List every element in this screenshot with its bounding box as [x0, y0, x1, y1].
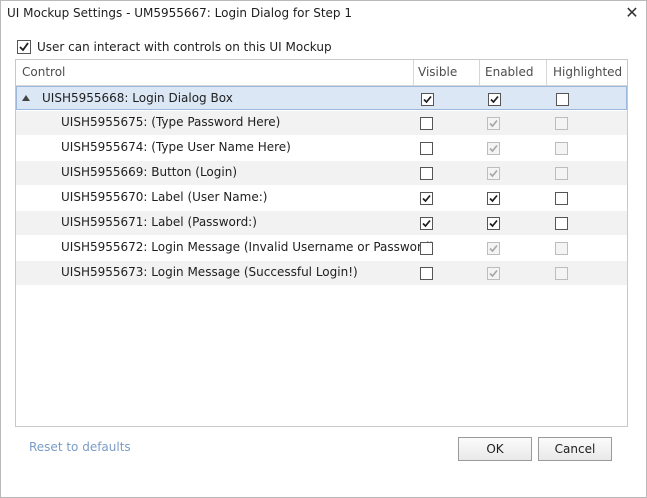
enabled-checkbox	[487, 142, 500, 155]
column-header-enabled[interactable]: Enabled	[485, 60, 534, 85]
row-label: UISH5955669: Button (Login)	[61, 165, 238, 179]
visible-checkbox[interactable]	[420, 242, 433, 255]
enabled-checkbox	[487, 117, 500, 130]
close-icon[interactable]: ✕	[622, 3, 642, 23]
grid-header: Control Visible Enabled Highlighted	[16, 60, 627, 86]
enabled-checkbox	[487, 167, 500, 180]
row-label: UISH5955674: (Type User Name Here)	[61, 140, 291, 154]
column-header-control[interactable]: Control	[22, 60, 65, 85]
column-header-highlighted[interactable]: Highlighted	[553, 60, 622, 85]
enabled-checkbox	[487, 267, 500, 280]
window-title: UI Mockup Settings - UM5955667: Login Di…	[7, 6, 352, 20]
tree-row-parent[interactable]: UISH5955668: Login Dialog Box	[16, 86, 627, 110]
tree-row[interactable]: UISH5955672: Login Message (Invalid User…	[16, 236, 627, 260]
tree-row[interactable]: UISH5955670: Label (User Name:)	[16, 186, 627, 210]
visible-checkbox[interactable]	[420, 117, 433, 130]
column-divider[interactable]	[413, 60, 414, 85]
highlighted-checkbox[interactable]	[555, 192, 568, 205]
row-label: UISH5955675: (Type Password Here)	[61, 115, 281, 129]
row-label: UISH5955673: Login Message (Successful L…	[61, 265, 358, 279]
highlighted-checkbox	[555, 167, 568, 180]
visible-checkbox[interactable]	[420, 217, 433, 230]
highlighted-checkbox	[555, 117, 568, 130]
highlighted-checkbox	[555, 242, 568, 255]
tree-row[interactable]: UISH5955674: (Type User Name Here)	[16, 136, 627, 160]
highlighted-checkbox	[555, 142, 568, 155]
title-bar: UI Mockup Settings - UM5955667: Login Di…	[1, 1, 646, 26]
row-label: UISH5955671: Label (Password:)	[61, 215, 257, 229]
row-label: UISH5955670: Label (User Name:)	[61, 190, 268, 204]
tree-row[interactable]: UISH5955669: Button (Login)	[16, 161, 627, 185]
cancel-button[interactable]: Cancel	[538, 437, 612, 461]
visible-checkbox[interactable]	[421, 93, 434, 106]
tree-row[interactable]: UISH5955675: (Type Password Here)	[16, 111, 627, 135]
enabled-checkbox[interactable]	[487, 192, 500, 205]
column-divider[interactable]	[546, 60, 547, 85]
column-divider[interactable]	[479, 60, 480, 85]
visible-checkbox[interactable]	[420, 192, 433, 205]
visible-checkbox[interactable]	[420, 267, 433, 280]
enabled-checkbox[interactable]	[488, 93, 501, 106]
highlighted-checkbox	[555, 267, 568, 280]
tree-row[interactable]: UISH5955671: Label (Password:)	[16, 211, 627, 235]
row-label: UISH5955668: Login Dialog Box	[42, 91, 233, 105]
visible-checkbox[interactable]	[420, 142, 433, 155]
interact-label: User can interact with controls on this …	[37, 40, 332, 54]
tree-row[interactable]: UISH5955673: Login Message (Successful L…	[16, 261, 627, 285]
highlighted-checkbox[interactable]	[555, 217, 568, 230]
collapse-triangle-icon[interactable]	[22, 95, 30, 101]
row-label: UISH5955672: Login Message (Invalid User…	[61, 240, 435, 254]
controls-grid: Control Visible Enabled Highlighted UISH…	[15, 59, 628, 427]
settings-dialog: UI Mockup Settings - UM5955667: Login Di…	[0, 0, 647, 498]
highlighted-checkbox[interactable]	[556, 93, 569, 106]
column-header-visible[interactable]: Visible	[418, 60, 457, 85]
visible-checkbox[interactable]	[420, 167, 433, 180]
reset-to-defaults-link[interactable]: Reset to defaults	[29, 440, 131, 454]
interact-checkbox[interactable]	[17, 40, 31, 54]
ok-button[interactable]: OK	[458, 437, 532, 461]
enabled-checkbox[interactable]	[487, 217, 500, 230]
enabled-checkbox	[487, 242, 500, 255]
